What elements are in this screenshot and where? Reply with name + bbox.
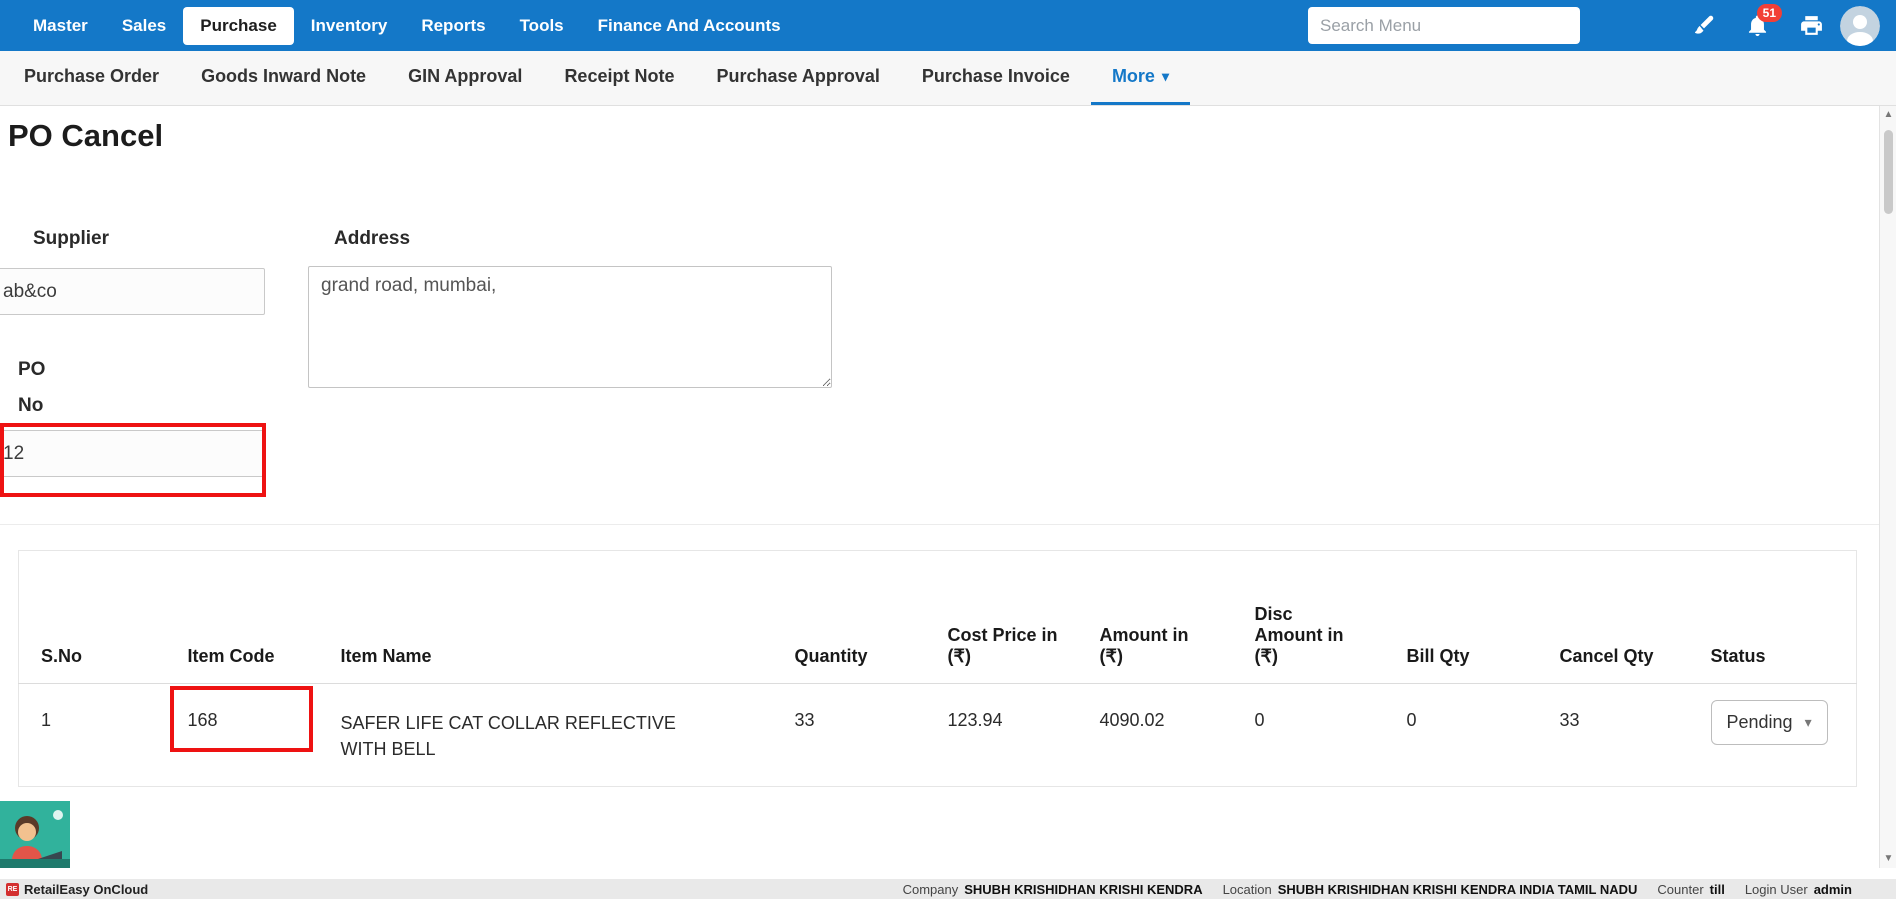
- col-header-cost-price: Cost Price in (₹): [948, 551, 1100, 684]
- scroll-up-icon[interactable]: ▲: [1880, 110, 1896, 120]
- nav-item-master[interactable]: Master: [16, 7, 105, 45]
- col-header-quantity: Quantity: [795, 551, 948, 684]
- col-header-status: Status: [1711, 551, 1857, 684]
- col-header-item-name: Item Name: [341, 551, 795, 684]
- po-items-table: S.No Item Code Item Name Quantity Cost P…: [18, 550, 1857, 787]
- supplier-label: Supplier: [33, 228, 109, 250]
- cell-item-name: SAFER LIFE CAT COLLAR REFLECTIVE WITH BE…: [341, 684, 795, 787]
- subnav-item-purchase-approval[interactable]: Purchase Approval: [695, 51, 900, 105]
- cell-quantity: 33: [795, 684, 948, 787]
- cell-disc-amount: 0: [1255, 684, 1407, 787]
- theme-brush-icon[interactable]: [1690, 13, 1716, 39]
- cell-sno: 1: [19, 684, 188, 787]
- counter-label: Counter: [1657, 882, 1703, 897]
- cell-amount: 4090.02: [1100, 684, 1255, 787]
- col-header-disc-amount: Disc Amount in (₹): [1255, 551, 1407, 684]
- nav-item-inventory[interactable]: Inventory: [294, 7, 405, 45]
- app-name: RetailEasy OnCloud: [24, 882, 148, 897]
- retaileasy-logo-icon: RE: [6, 883, 19, 896]
- subnav-item-goods-inward-note[interactable]: Goods Inward Note: [180, 51, 387, 105]
- login-user-value: admin: [1814, 882, 1852, 897]
- chevron-down-icon: ▾: [1805, 714, 1812, 731]
- status-bar: RE RetailEasy OnCloud Company SHUBH KRIS…: [0, 879, 1896, 899]
- cell-cancel-qty: 33: [1560, 684, 1711, 787]
- nav-item-reports[interactable]: Reports: [404, 7, 502, 45]
- login-user-label: Login User: [1745, 882, 1808, 897]
- scrollbar-thumb[interactable]: [1884, 130, 1893, 214]
- nav-item-sales[interactable]: Sales: [105, 7, 183, 45]
- status-dropdown-label: Pending: [1727, 712, 1793, 733]
- notification-bell-icon[interactable]: 51: [1744, 13, 1770, 39]
- address-label: Address: [334, 228, 410, 250]
- po-cancel-page: PO Cancel Supplier Address grand road, m…: [0, 106, 1896, 879]
- subnav-item-gin-approval[interactable]: GIN Approval: [387, 51, 543, 105]
- chevron-down-icon: ▾: [1162, 68, 1169, 85]
- support-chat-widget[interactable]: [0, 801, 70, 868]
- scroll-down-icon[interactable]: ▼: [1880, 854, 1896, 864]
- session-info: Company SHUBH KRISHIDHAN KRISHI KENDRA L…: [903, 882, 1852, 897]
- top-navigation: Master Sales Purchase Inventory Reports …: [0, 0, 1896, 51]
- print-icon[interactable]: [1798, 13, 1824, 39]
- cell-status: Pending ▾: [1711, 684, 1857, 787]
- form-divider: [0, 524, 1880, 525]
- col-header-cancel-qty: Cancel Qty: [1560, 551, 1711, 684]
- app-brand: RE RetailEasy OnCloud: [6, 882, 148, 897]
- subnav-item-purchase-invoice[interactable]: Purchase Invoice: [901, 51, 1091, 105]
- company-value: SHUBH KRISHIDHAN KRISHI KENDRA: [964, 882, 1202, 897]
- user-avatar[interactable]: [1840, 6, 1880, 46]
- nav-item-purchase[interactable]: Purchase: [183, 7, 294, 45]
- cell-cost-price: 123.94: [948, 684, 1100, 787]
- page-title: PO Cancel: [8, 118, 163, 154]
- subnav-item-purchase-order[interactable]: Purchase Order: [3, 51, 180, 105]
- table-header-row: S.No Item Code Item Name Quantity Cost P…: [19, 551, 1857, 684]
- counter-value: till: [1710, 882, 1725, 897]
- location-label: Location: [1223, 882, 1272, 897]
- location-value: SHUBH KRISHIDHAN KRISHI KENDRA INDIA TAM…: [1278, 882, 1638, 897]
- subnav-more-label: More: [1112, 66, 1155, 87]
- supplier-input[interactable]: [0, 268, 265, 315]
- subnav-item-more[interactable]: More ▾: [1091, 51, 1190, 105]
- notification-badge: 51: [1757, 4, 1782, 22]
- nav-item-finance-and-accounts[interactable]: Finance And Accounts: [581, 7, 798, 45]
- table-row: 1 168 SAFER LIFE CAT COLLAR REFLECTIVE W…: [19, 684, 1857, 787]
- col-header-item-code: Item Code: [188, 551, 341, 684]
- col-header-bill-qty: Bill Qty: [1407, 551, 1560, 684]
- col-header-amount: Amount in (₹): [1100, 551, 1255, 684]
- status-dropdown[interactable]: Pending ▾: [1711, 700, 1828, 745]
- po-no-input[interactable]: [0, 430, 265, 477]
- po-no-label: PO No: [18, 352, 68, 424]
- vertical-scrollbar[interactable]: ▲ ▼: [1879, 106, 1896, 868]
- cell-bill-qty: 0: [1407, 684, 1560, 787]
- company-label: Company: [903, 882, 959, 897]
- address-textarea[interactable]: grand road, mumbai,: [308, 266, 832, 388]
- col-header-sno: S.No: [19, 551, 188, 684]
- search-menu-input[interactable]: [1308, 7, 1580, 44]
- nav-item-tools[interactable]: Tools: [503, 7, 581, 45]
- cell-item-code: 168: [188, 684, 341, 787]
- purchase-sub-navigation: Purchase Order Goods Inward Note GIN App…: [0, 51, 1896, 106]
- nav-icon-group: 51: [1690, 13, 1824, 39]
- subnav-item-receipt-note[interactable]: Receipt Note: [543, 51, 695, 105]
